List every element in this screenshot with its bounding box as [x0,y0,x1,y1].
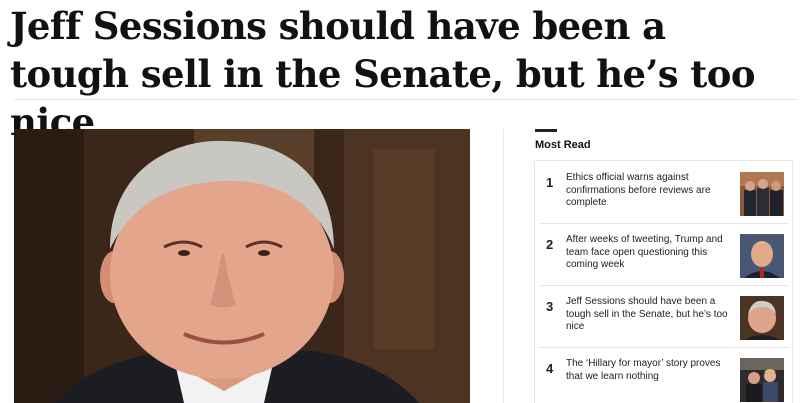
most-read-thumbnail[interactable] [740,358,784,402]
thumbnail-image [740,234,784,278]
headline-divider [14,99,796,100]
most-read-rank: 1 [546,175,554,190]
most-read-link[interactable]: After weeks of tweeting, Trump and team … [566,234,734,272]
most-read-item-4[interactable]: 4 The ‘Hillary for mayor’ story proves t… [535,347,792,403]
thumbnail-image [740,172,784,216]
most-read-link[interactable]: Jeff Sessions should have been a tough s… [566,296,734,334]
most-read-list: 1 Ethics official warns against confirma… [534,160,793,403]
thumbnail-image [740,296,784,340]
article-headline: Jeff Sessions should have been a tough s… [10,4,756,144]
most-read-rank: 2 [546,237,554,252]
thumbnail-image [740,358,784,402]
most-read-item-3[interactable]: 3 Jeff Sessions should have been a tough… [535,285,792,347]
most-read-rank: 4 [546,361,554,376]
column-divider [503,129,504,403]
most-read-item-2[interactable]: 2 After weeks of tweeting, Trump and tea… [535,223,792,285]
most-read-thumbnail[interactable] [740,172,784,216]
lead-photo-illustration [14,129,470,403]
most-read-accent-bar [535,129,557,132]
most-read-link[interactable]: The ‘Hillary for mayor’ story proves tha… [566,358,734,383]
lead-photo[interactable] [14,129,470,403]
most-read-thumbnail[interactable] [740,296,784,340]
most-read-thumbnail[interactable] [740,234,784,278]
most-read-link[interactable]: Ethics official warns against confirmati… [566,172,734,210]
most-read-item-1[interactable]: 1 Ethics official warns against confirma… [535,161,792,223]
most-read-rank: 3 [546,299,554,314]
most-read-title: Most Read [535,139,591,151]
